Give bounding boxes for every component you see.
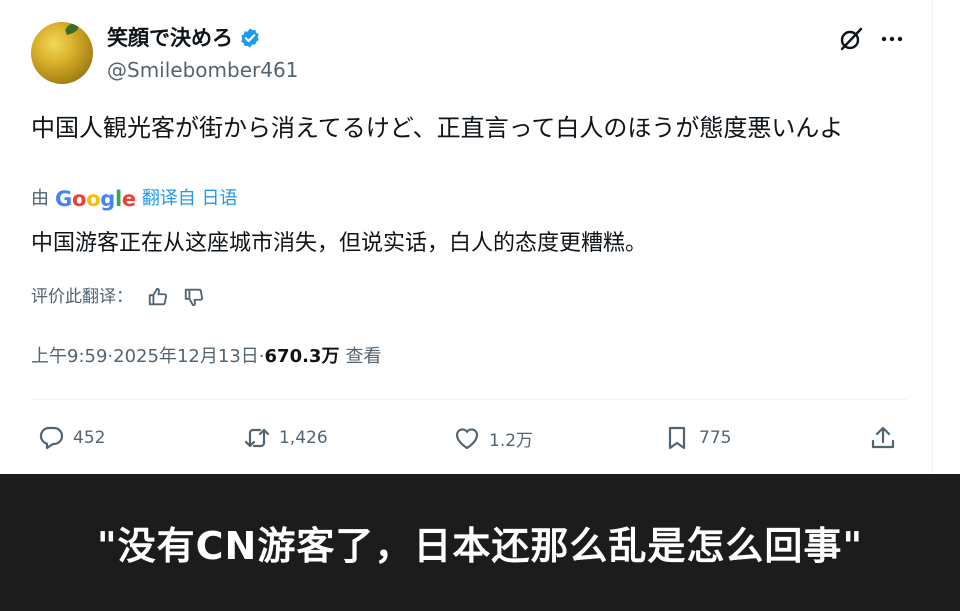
tweet-card: 笑顔で決めろ @Smilebomber461 中国人観光客が街から消えてるけど、… <box>0 0 960 474</box>
like-count: 1.2万 <box>489 430 534 451</box>
author-name-row[interactable]: 笑顔で決めろ <box>107 24 261 52</box>
card-border <box>932 0 933 474</box>
translation-attribution: 由 Google 翻译自 日语 <box>31 186 238 212</box>
rate-translation: 评价此翻译： <box>31 284 205 310</box>
author-handle[interactable]: @Smilebomber461 <box>107 57 298 83</box>
display-name[interactable]: 笑顔で決めろ <box>107 24 233 52</box>
repost-button[interactable]: 1,426 <box>243 420 328 456</box>
translated-by-label: 由 <box>31 188 49 209</box>
share-button[interactable] <box>869 420 897 456</box>
action-bar: 452 1,426 1.2万 775 <box>31 420 907 456</box>
thumbs-up-icon[interactable] <box>147 286 169 308</box>
like-button[interactable]: 1.2万 <box>453 420 533 456</box>
bookmark-button[interactable]: 775 <box>663 420 731 456</box>
bookmark-count: 775 <box>699 428 732 448</box>
translated-from-link[interactable]: 翻译自 日语 <box>142 186 238 212</box>
google-logo: Google <box>55 187 136 211</box>
tweet-text: 中国人観光客が街から消えてるけど、正直言って白人のほうが態度悪いんよ <box>31 114 844 142</box>
bookmark-icon <box>668 426 686 450</box>
rate-translation-label: 评价此翻译： <box>31 287 133 307</box>
reply-icon <box>39 426 64 450</box>
repost-count: 1,426 <box>279 428 328 448</box>
views-count: 670.3万 <box>264 346 340 367</box>
reply-count: 452 <box>73 428 106 448</box>
share-icon <box>871 426 895 449</box>
translated-text: 中国游客正在从这座城市消失，但说实话，白人的态度更糟糕。 <box>31 231 648 256</box>
avatar-leaf <box>63 22 81 36</box>
thumbs-down-icon[interactable] <box>183 286 205 308</box>
avatar[interactable] <box>31 22 93 84</box>
more-icon[interactable] <box>878 26 906 52</box>
views-label: 查看 <box>345 346 382 367</box>
tweet-meta: 上午9:59 · 2025年12月13日 · 670.3万 查看 <box>31 343 381 371</box>
caption-banner: "没有CN游客了，日本还那么乱是怎么回事" <box>0 474 960 611</box>
verified-badge-icon <box>241 28 259 48</box>
repost-icon <box>244 428 270 448</box>
caption-text: "没有CN游客了，日本还那么乱是怎么回事" <box>96 524 864 568</box>
tweet-time[interactable]: 上午9:59 <box>31 343 107 371</box>
like-icon <box>455 428 479 450</box>
reply-button[interactable]: 452 <box>37 420 105 456</box>
tweet-date[interactable]: 2025年12月13日 <box>113 343 259 371</box>
divider <box>31 399 907 400</box>
grok-icon[interactable] <box>838 26 864 52</box>
